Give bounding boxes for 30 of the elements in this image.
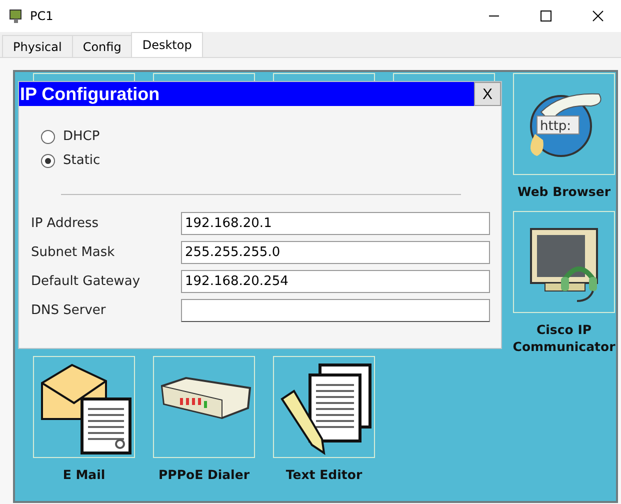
tab[interactable]: Desktop [131,32,203,57]
field-label: Subnet Mask [31,245,116,260]
input-field[interactable]: 192.168.20.254 [181,270,490,293]
app-label: Web Browser [516,183,612,200]
app-tile[interactable] [33,356,135,458]
app-tile[interactable] [153,356,255,458]
app-tile[interactable]: http: [513,73,615,175]
radio-option[interactable]: Static [41,153,501,168]
app-label: PPPoE Dialer [158,466,250,483]
radio-button[interactable] [41,130,55,144]
computer-icon [8,8,24,24]
input-field[interactable] [181,299,490,322]
window-title: PC1 [30,9,54,23]
app-tile[interactable] [513,211,615,313]
input-field[interactable]: 192.168.20.1 [181,212,490,235]
app-label: Text Editor [284,466,364,483]
radio-option[interactable]: DHCP [41,129,501,144]
field-label: Default Gateway [31,274,142,289]
radio-button[interactable] [41,154,55,168]
maximize-icon [540,10,552,22]
dialog-title: IP Configuration [19,84,160,104]
app-label: Cisco IP Communicator [512,321,616,355]
close-button[interactable]: X [474,82,501,106]
tab[interactable]: Physical [2,35,73,57]
app-label: E Mail [62,466,106,483]
input-field[interactable]: 255.255.255.0 [181,241,490,264]
app-tile[interactable] [273,356,375,458]
field-label: DNS Server [31,303,107,318]
close-icon [592,10,604,22]
field-label: IP Address [31,216,100,231]
